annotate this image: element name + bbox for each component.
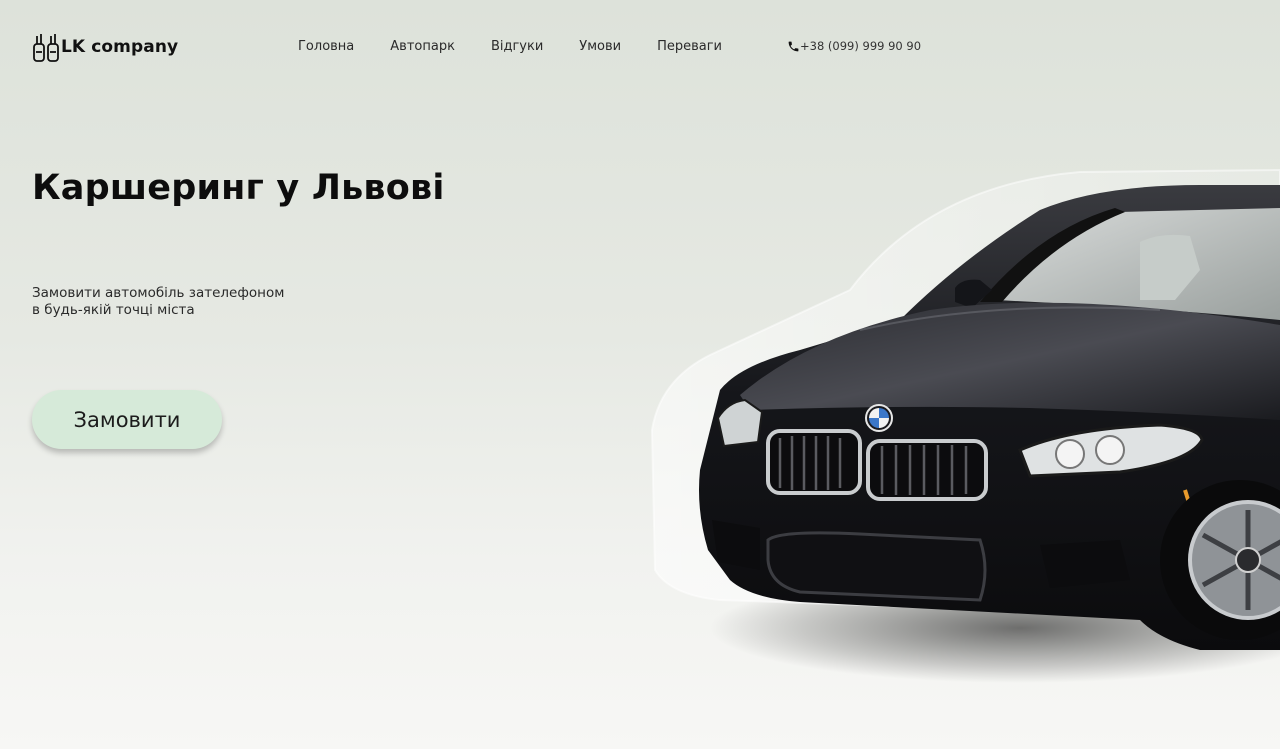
nav-link-reviews[interactable]: Відгуки bbox=[491, 38, 543, 56]
nav-link-advantages[interactable]: Переваги bbox=[657, 38, 722, 56]
logo-text: LK company bbox=[61, 37, 179, 57]
nav-link-terms[interactable]: Умови bbox=[579, 38, 621, 56]
black-sedan-car-image bbox=[650, 168, 1280, 683]
hero-subtitle: Замовити автомобіль зателефоном в будь-я… bbox=[32, 285, 284, 319]
hero-title: Каршеринг у Львові bbox=[32, 168, 445, 208]
phone-link[interactable]: +38 (099) 999 90 90 bbox=[787, 39, 921, 53]
nav-link-home[interactable]: Головна bbox=[298, 38, 354, 56]
car-keys-icon bbox=[33, 34, 59, 62]
order-button[interactable]: Замовити bbox=[32, 390, 222, 449]
site-header: LK company Головна Автопарк Відгуки Умов… bbox=[0, 0, 1280, 96]
phone-icon bbox=[788, 41, 799, 51]
phone-number: +38 (099) 999 90 90 bbox=[800, 39, 922, 53]
hero-subtitle-line-2: в будь-якій точці міста bbox=[32, 302, 195, 318]
logo-link[interactable]: LK company bbox=[32, 31, 178, 63]
nav-link-fleet[interactable]: Автопарк bbox=[390, 38, 455, 56]
hero-subtitle-line-1: Замовити автомобіль зателефоном bbox=[32, 285, 285, 301]
main-nav: Головна Автопарк Відгуки Умови Переваги bbox=[298, 38, 722, 56]
